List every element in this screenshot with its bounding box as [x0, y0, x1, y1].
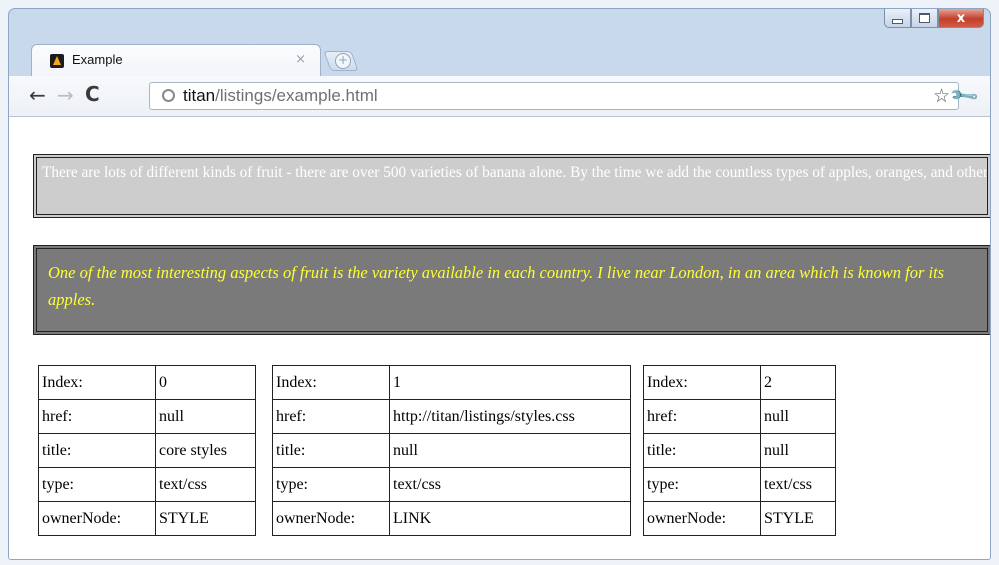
row-label: href:	[272, 399, 390, 434]
row-label: Index:	[643, 365, 761, 400]
table-row: type: text/css	[272, 467, 631, 502]
stylesheet-table-2: Index: 2 href: null title: null type: text/c…	[643, 365, 836, 536]
url-text[interactable]: titan/listings/example.html	[183, 86, 378, 106]
url-host: titan	[183, 86, 216, 105]
site-info-icon[interactable]	[162, 89, 175, 102]
table-row: ownerNode: STYLE	[643, 501, 836, 536]
row-value: LINK	[389, 501, 631, 536]
browser-toolbar: ← → C titan/listings/example.html ☆ 🔧	[9, 76, 990, 117]
table-row: href: http://titan/listings/styles.css	[272, 399, 631, 434]
table-row: ownerNode: LINK	[272, 501, 631, 536]
fruit-country-paragraph: One of the most interesting aspects of f…	[33, 245, 990, 335]
row-value: http://titan/listings/styles.css	[389, 399, 631, 434]
table-row: href: null	[38, 399, 256, 434]
row-label: href:	[643, 399, 761, 434]
row-value: STYLE	[760, 501, 836, 536]
window-close-button[interactable]: x	[938, 9, 984, 28]
row-value: STYLE	[155, 501, 256, 536]
table-row: href: null	[643, 399, 836, 434]
minimize-button[interactable]	[884, 9, 911, 28]
table-row: title: null	[272, 433, 631, 468]
tab-example[interactable]: Example ×	[31, 44, 321, 76]
maximize-icon	[919, 13, 930, 23]
window-controls: x	[884, 9, 984, 28]
table-row: Index: 0	[38, 365, 256, 400]
reload-icon[interactable]: C	[85, 83, 100, 105]
row-label: title:	[272, 433, 390, 468]
table-row: Index: 2	[643, 365, 836, 400]
row-label: type:	[272, 467, 390, 502]
forward-arrow-icon[interactable]: →	[57, 84, 74, 106]
url-path: /listings/example.html	[215, 86, 378, 105]
row-value: 0	[155, 365, 256, 400]
row-label: Index:	[38, 365, 156, 400]
table-row: ownerNode: STYLE	[38, 501, 256, 536]
row-value: null	[760, 399, 836, 434]
row-value: null	[389, 433, 631, 468]
row-label: title:	[38, 433, 156, 468]
row-label: type:	[38, 467, 156, 502]
fruit-varieties-paragraph: There are lots of different kinds of fru…	[33, 154, 990, 218]
browser-window: x Example × + ← → C titan/listings/examp…	[8, 8, 991, 560]
row-value: 1	[389, 365, 631, 400]
table-row: title: core styles	[38, 433, 256, 468]
window-close-icon: x	[956, 10, 966, 26]
minimize-icon	[892, 18, 903, 24]
table-row: type: text/css	[643, 467, 836, 502]
row-label: ownerNode:	[38, 501, 156, 536]
row-label: title:	[643, 433, 761, 468]
bookmark-star-icon[interactable]: ☆	[933, 85, 950, 107]
table-row: type: text/css	[38, 467, 256, 502]
stylesheet-table-0: Index: 0 href: null title: core styles type…	[38, 365, 256, 536]
row-value: null	[155, 399, 256, 434]
row-label: ownerNode:	[643, 501, 761, 536]
row-value: core styles	[155, 433, 256, 468]
favicon-icon	[50, 54, 64, 68]
row-value: 2	[760, 365, 836, 400]
row-label: ownerNode:	[272, 501, 390, 536]
maximize-button[interactable]	[911, 9, 938, 28]
tab-title: Example	[72, 52, 123, 67]
row-label: Index:	[272, 365, 390, 400]
row-value: text/css	[389, 467, 631, 502]
table-row: title: null	[643, 433, 836, 468]
row-label: href:	[38, 399, 156, 434]
row-value: text/css	[155, 467, 256, 502]
row-value: text/css	[760, 467, 836, 502]
back-arrow-icon[interactable]: ←	[29, 84, 46, 106]
address-bar[interactable]: titan/listings/example.html ☆	[149, 82, 959, 110]
new-tab-plus-icon[interactable]: +	[335, 53, 351, 69]
table-row: Index: 1	[272, 365, 631, 400]
row-label: type:	[643, 467, 761, 502]
stylesheet-table-1: Index: 1 href: http://titan/listings/style…	[272, 365, 631, 536]
page-content: There are lots of different kinds of fru…	[9, 117, 990, 559]
tab-close-icon[interactable]: ×	[295, 52, 306, 67]
row-value: null	[760, 433, 836, 468]
